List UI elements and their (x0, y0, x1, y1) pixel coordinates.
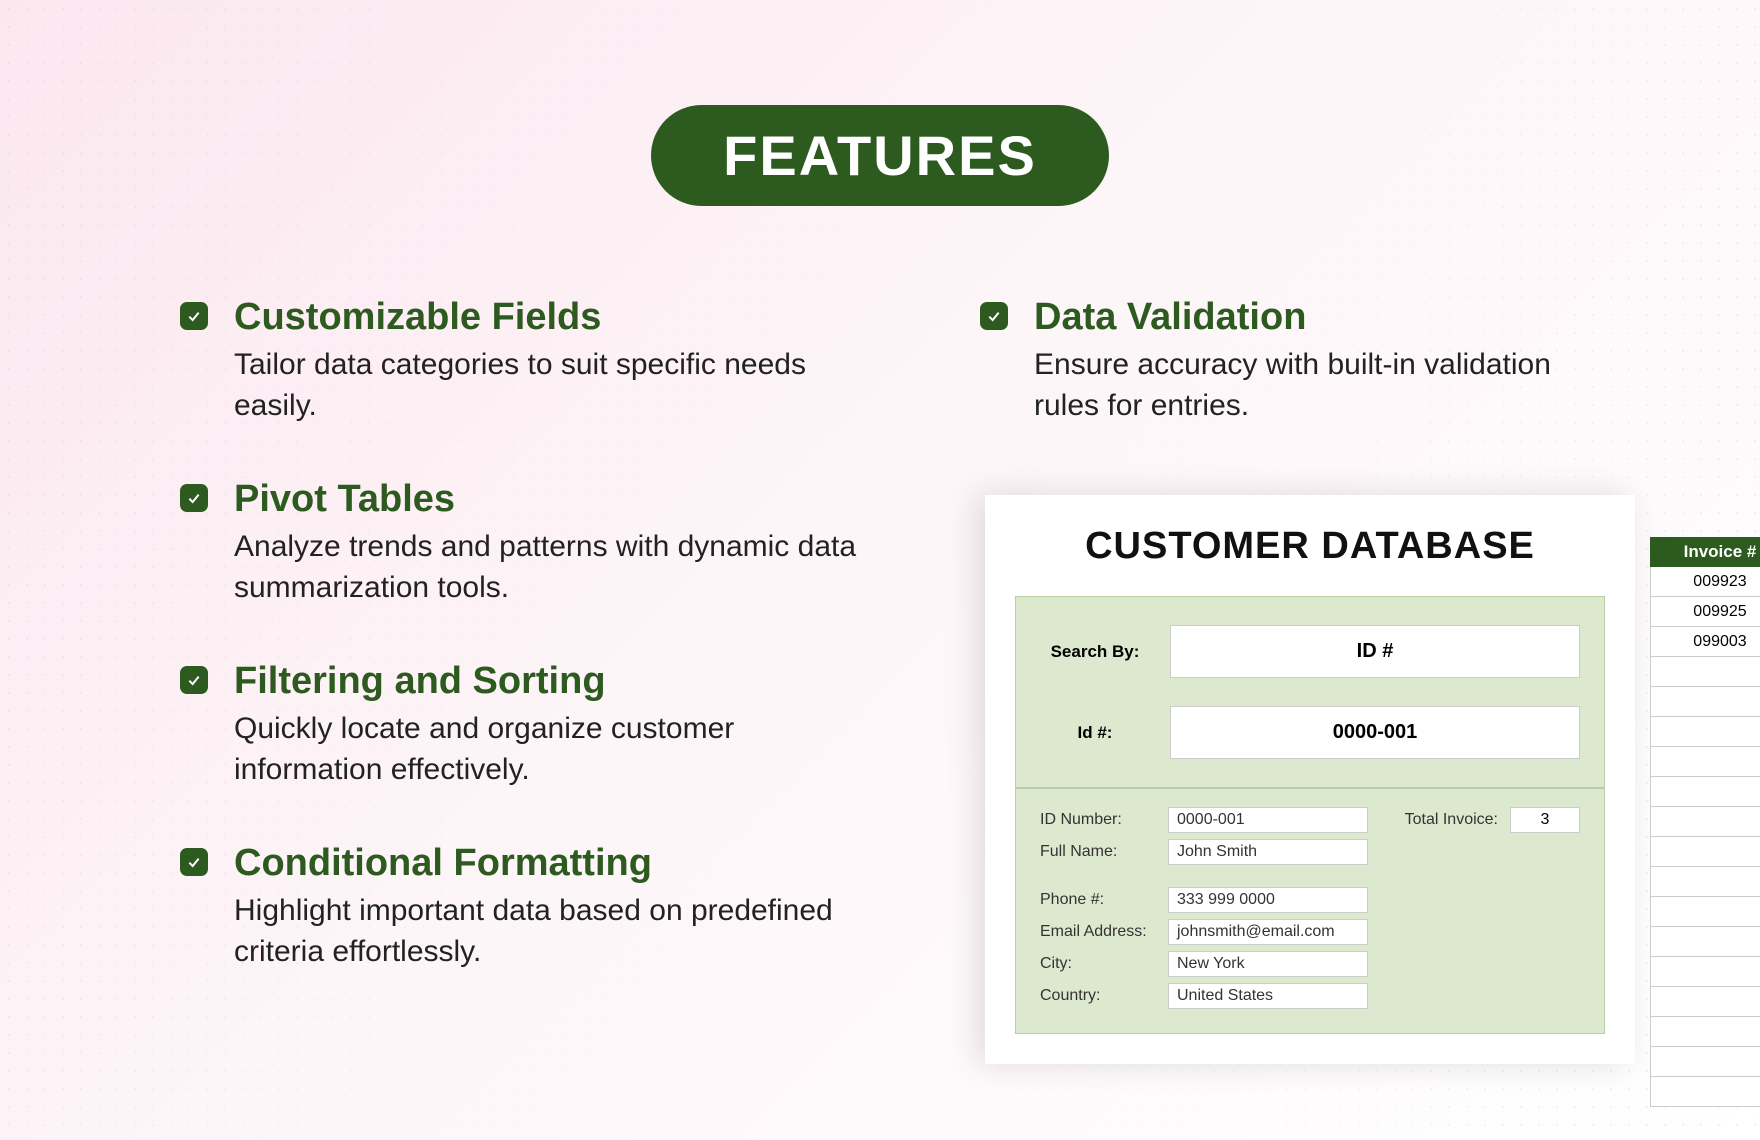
invoice-row: 009923 (1650, 567, 1760, 597)
invoice-row (1650, 837, 1760, 867)
feature-desc: Tailor data categories to suit specific … (234, 345, 880, 426)
feature-desc: Ensure accuracy with built-in validation… (1034, 345, 1580, 426)
feature-item: Customizable Fields Tailor data categorie… (180, 296, 880, 426)
features-left-column: Customizable Fields Tailor data categorie… (180, 296, 880, 1024)
feature-title: Conditional Formatting (234, 842, 880, 885)
city-label: City: (1040, 955, 1156, 973)
full-name-value: John Smith (1168, 839, 1368, 865)
check-icon (180, 848, 208, 876)
invoice-row (1650, 1077, 1760, 1107)
country-value: United States (1168, 983, 1368, 1009)
feature-item: Pivot Tables Analyze trends and patterns … (180, 478, 880, 608)
search-by-field[interactable]: ID # (1170, 625, 1580, 678)
customer-database-card: CUSTOMER DATABASE Search By: ID # Id #: … (985, 495, 1635, 1064)
feature-item: Filtering and Sorting Quickly locate and … (180, 660, 880, 790)
invoice-row (1650, 777, 1760, 807)
invoice-row (1650, 1047, 1760, 1077)
invoice-row: 099003 (1650, 627, 1760, 657)
feature-title: Pivot Tables (234, 478, 880, 521)
invoice-header: Invoice # (1650, 537, 1760, 567)
invoice-row (1650, 957, 1760, 987)
feature-title: Customizable Fields (234, 296, 880, 339)
invoice-strip: Invoice # 009923009925099003 (1650, 537, 1760, 1107)
full-name-label: Full Name: (1040, 843, 1156, 861)
check-icon (180, 666, 208, 694)
email-label: Email Address: (1040, 923, 1156, 941)
email-value: johnsmith@email.com (1168, 919, 1368, 945)
search-by-label: Search By: (1040, 642, 1150, 662)
invoice-row (1650, 867, 1760, 897)
invoice-row (1650, 1017, 1760, 1047)
id-number-label: ID Number: (1040, 811, 1156, 829)
feature-desc: Highlight important data based on predef… (234, 891, 880, 972)
feature-item: Data Validation Ensure accuracy with buil… (980, 296, 1580, 426)
card-title: CUSTOMER DATABASE (1015, 525, 1605, 568)
feature-title: Filtering and Sorting (234, 660, 880, 703)
id-label: Id #: (1040, 723, 1150, 743)
check-icon (180, 484, 208, 512)
invoice-row (1650, 687, 1760, 717)
feature-item: Conditional Formatting Highlight importan… (180, 842, 880, 972)
city-value: New York (1168, 951, 1368, 977)
detail-box: ID Number: 0000-001 Total Invoice: 3 Ful… (1015, 788, 1605, 1034)
search-box: Search By: ID # Id #: 0000-001 (1015, 596, 1605, 788)
total-invoice-value: 3 (1510, 807, 1580, 833)
feature-desc: Quickly locate and organize customer inf… (234, 709, 880, 790)
phone-value: 333 999 0000 (1168, 887, 1368, 913)
invoice-row (1650, 897, 1760, 927)
invoice-row (1650, 807, 1760, 837)
country-label: Country: (1040, 987, 1156, 1005)
feature-title: Data Validation (1034, 296, 1580, 339)
invoice-row: 009925 (1650, 597, 1760, 627)
total-invoice-label: Total Invoice: (1405, 811, 1498, 829)
check-icon (180, 302, 208, 330)
invoice-row (1650, 987, 1760, 1017)
invoice-row (1650, 927, 1760, 957)
invoice-row (1650, 657, 1760, 687)
id-field[interactable]: 0000-001 (1170, 706, 1580, 759)
feature-desc: Analyze trends and patterns with dynamic… (234, 527, 880, 608)
invoice-row (1650, 747, 1760, 777)
phone-label: Phone #: (1040, 891, 1156, 909)
id-number-value: 0000-001 (1168, 807, 1368, 833)
invoice-row (1650, 717, 1760, 747)
features-badge: FEATURES (651, 105, 1109, 206)
check-icon (980, 302, 1008, 330)
